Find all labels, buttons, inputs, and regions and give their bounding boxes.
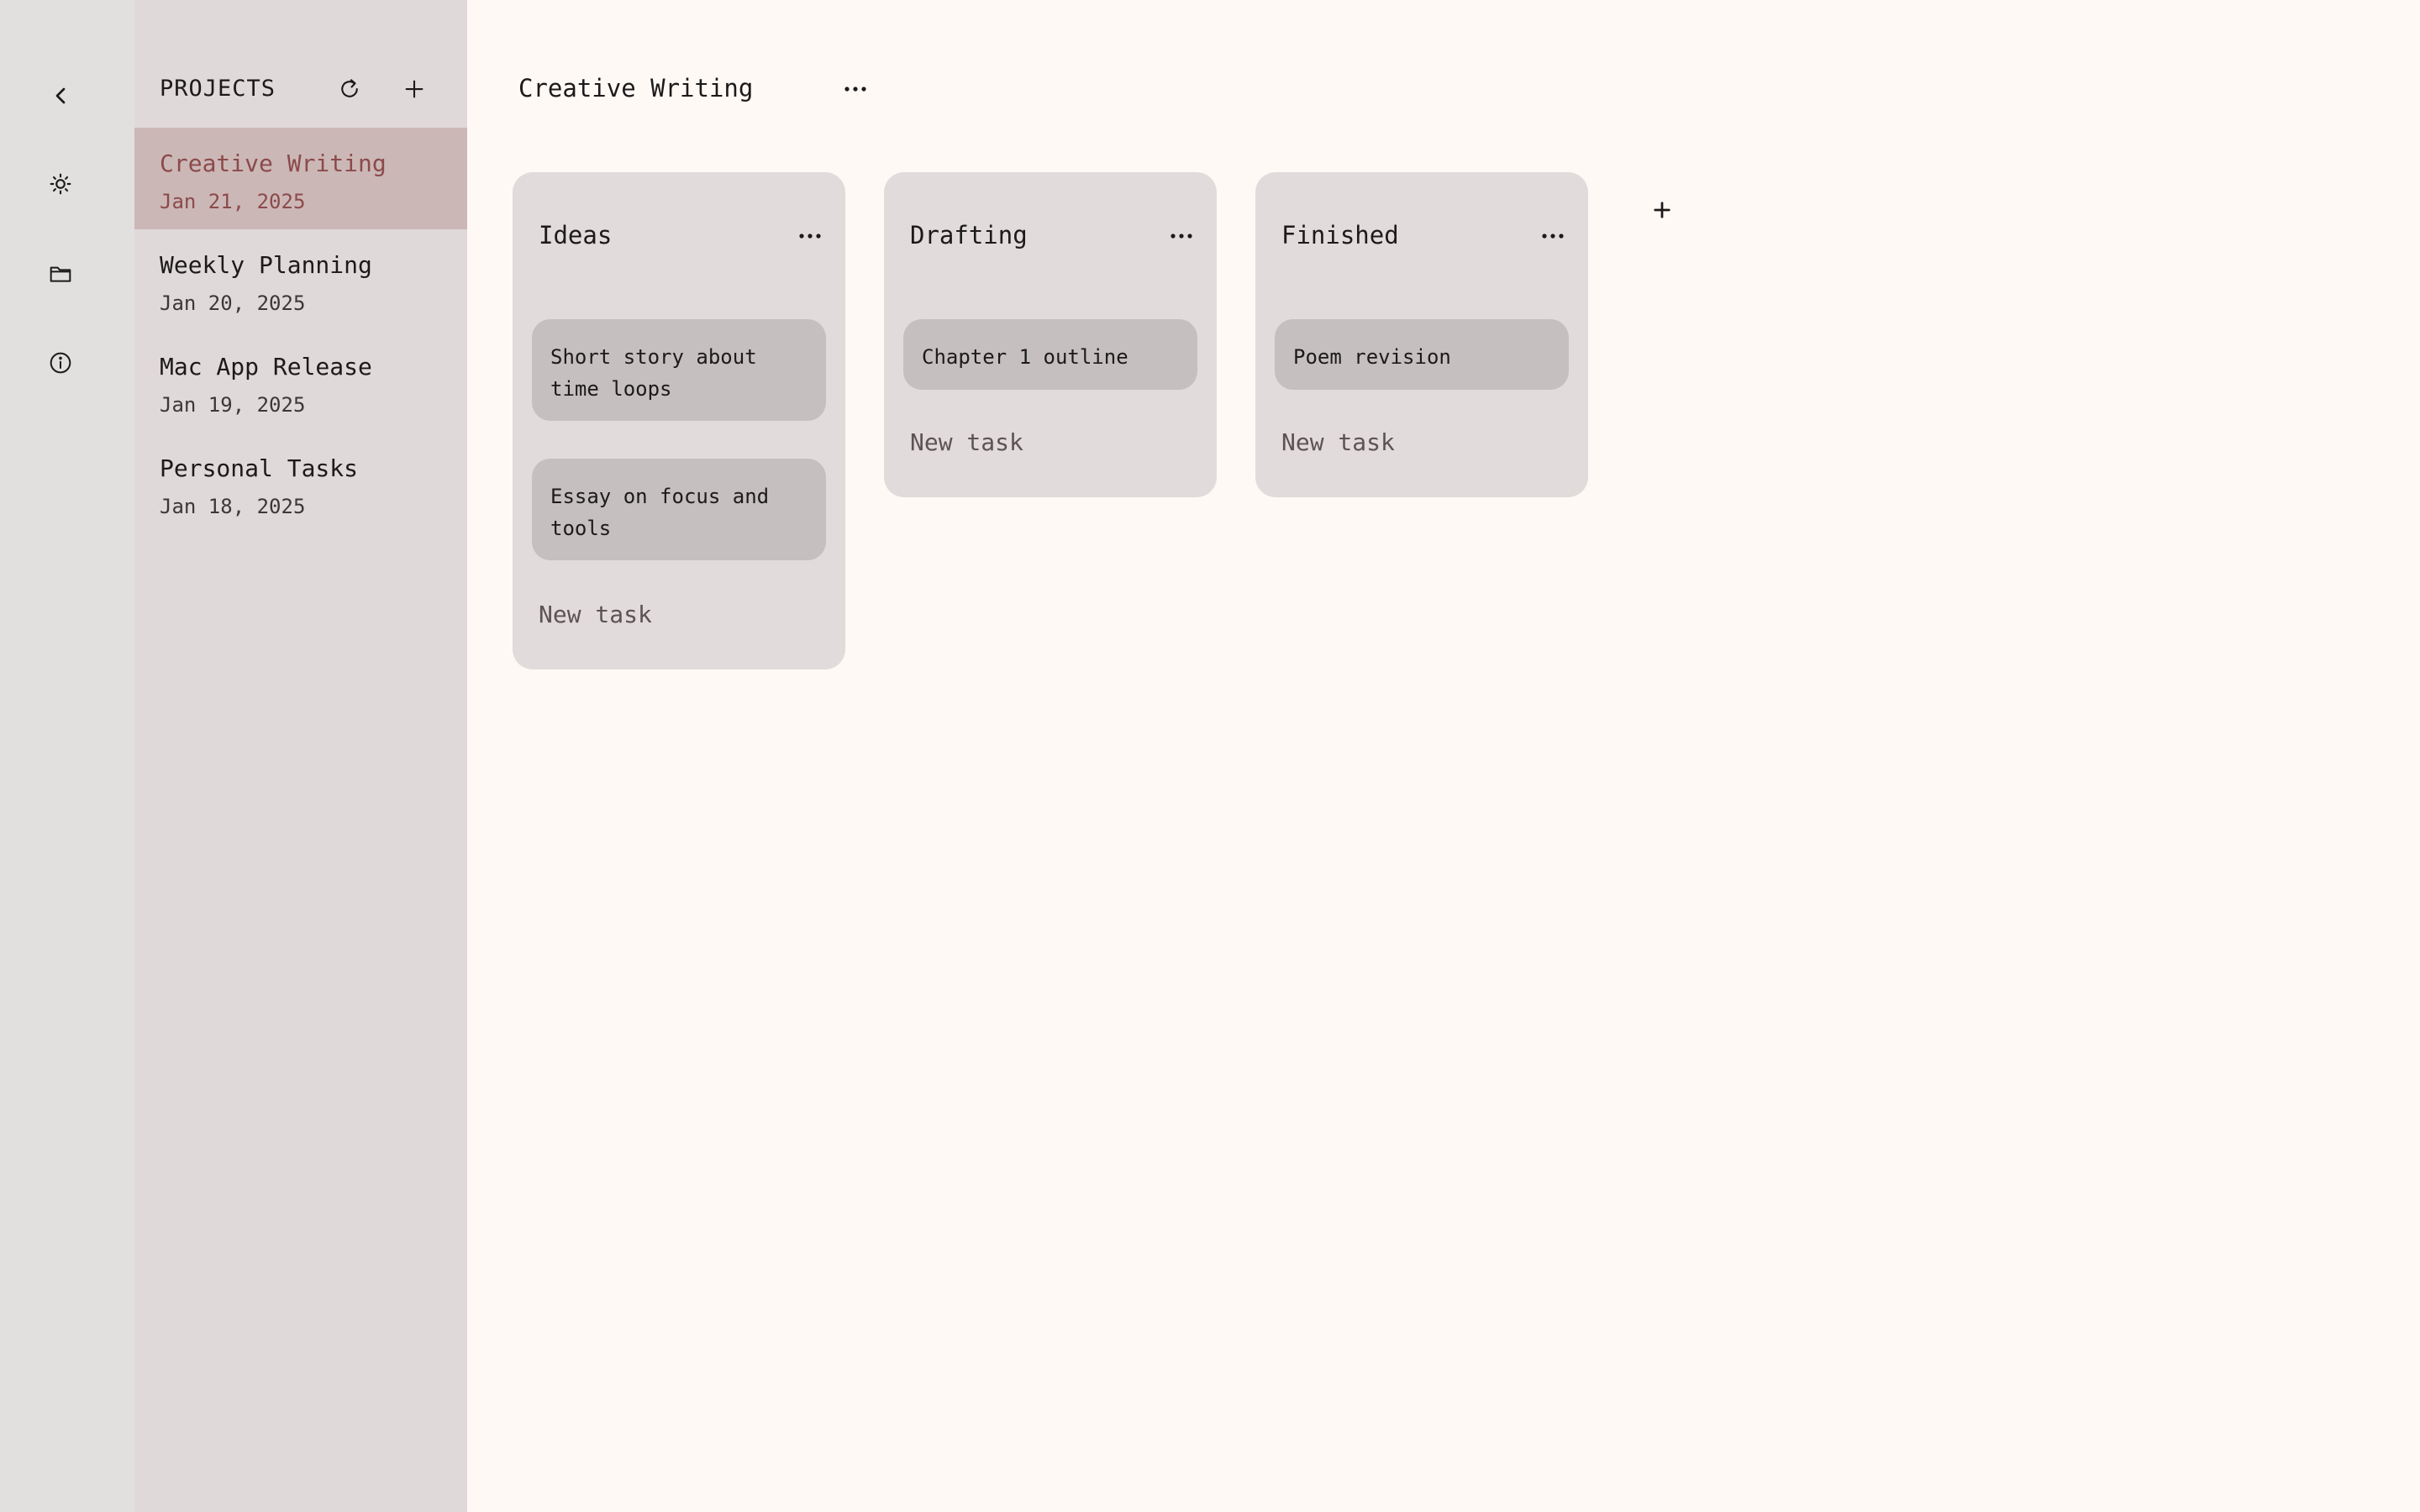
open-folder-button[interactable] <box>40 254 81 294</box>
column-title: Drafting <box>910 221 1028 249</box>
board-area: Creative Writing Ideas Short story about… <box>467 0 2420 1512</box>
task-card[interactable]: Poem revision <box>1275 319 1569 390</box>
app-window: PROJECTS Creative Writing Jan 21, 2025 W… <box>0 0 2420 1512</box>
column-menu-button[interactable] <box>1163 218 1200 255</box>
more-horizontal-icon <box>799 234 821 239</box>
project-item-personal-tasks[interactable]: Personal Tasks Jan 18, 2025 <box>134 433 467 534</box>
folder-icon <box>50 266 71 282</box>
sidebar-header: PROJECTS <box>160 71 445 108</box>
theme-toggle-button[interactable] <box>40 164 81 204</box>
project-name: Personal Tasks <box>160 454 359 482</box>
project-name: Mac App Release <box>160 353 372 381</box>
plus-icon <box>1654 202 1670 218</box>
sidebar-title: PROJECTS <box>160 76 276 102</box>
new-task-button[interactable]: New task <box>1281 428 1395 456</box>
task-card[interactable]: Chapter 1 outline <box>903 319 1197 390</box>
add-project-button[interactable] <box>396 71 433 108</box>
project-date: Jan 20, 2025 <box>160 291 306 315</box>
board-title: Creative Writing <box>518 74 754 102</box>
sun-icon <box>50 173 71 195</box>
column-menu-button[interactable] <box>792 218 829 255</box>
column-title: Ideas <box>539 221 613 249</box>
project-list: Creative Writing Jan 21, 2025 Weekly Pla… <box>134 128 467 534</box>
add-column-button[interactable] <box>1644 192 1681 228</box>
new-task-button[interactable]: New task <box>539 601 652 628</box>
task-card[interactable]: Short story about time loops <box>532 319 826 421</box>
column-title: Finished <box>1281 221 1399 249</box>
project-date: Jan 19, 2025 <box>160 393 306 417</box>
refresh-button[interactable] <box>331 71 368 108</box>
task-card[interactable]: Essay on focus and tools <box>532 459 826 560</box>
collapse-sidebar-button[interactable] <box>40 76 81 116</box>
project-date: Jan 18, 2025 <box>160 495 306 518</box>
column-finished: Finished Poem revision New task <box>1255 172 1588 497</box>
more-horizontal-icon <box>1171 234 1192 239</box>
icon-rail <box>0 0 134 1512</box>
info-button[interactable] <box>40 343 81 383</box>
refresh-icon <box>341 79 358 97</box>
info-icon <box>50 352 71 374</box>
more-horizontal-icon <box>1542 234 1564 239</box>
column-ideas: Ideas Short story about time loops Essay… <box>513 172 845 669</box>
more-horizontal-icon <box>844 87 866 92</box>
chevron-left-icon <box>55 87 66 104</box>
project-item-mac-app-release[interactable]: Mac App Release Jan 19, 2025 <box>134 331 467 433</box>
column-drafting: Drafting Chapter 1 outline New task <box>884 172 1217 497</box>
project-item-weekly-planning[interactable]: Weekly Planning Jan 20, 2025 <box>134 229 467 331</box>
plus-icon <box>405 80 424 98</box>
project-date: Jan 21, 2025 <box>160 190 306 213</box>
project-item-creative-writing[interactable]: Creative Writing Jan 21, 2025 <box>134 128 467 229</box>
project-name: Creative Writing <box>160 150 387 177</box>
column-menu-button[interactable] <box>1534 218 1571 255</box>
project-name: Weekly Planning <box>160 251 372 279</box>
new-task-button[interactable]: New task <box>910 428 1023 456</box>
projects-sidebar: PROJECTS Creative Writing Jan 21, 2025 W… <box>134 0 467 1512</box>
board-menu-button[interactable] <box>837 71 874 108</box>
